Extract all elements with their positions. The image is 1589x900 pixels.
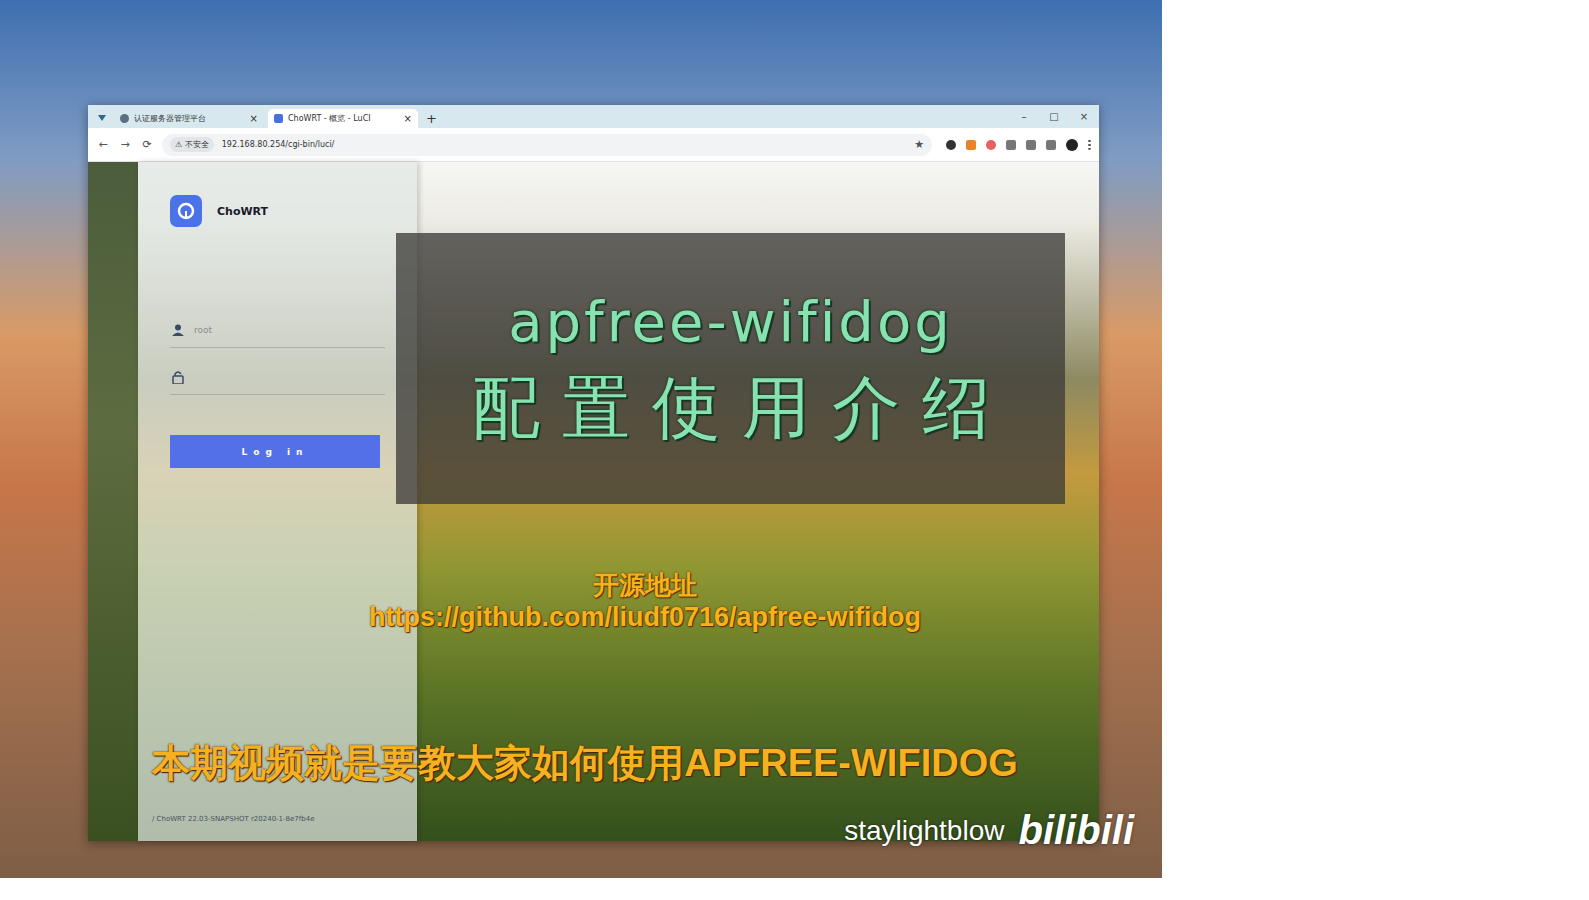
source-caption: 开源地址https://github.com/liudf0716/apfree-… bbox=[290, 570, 1000, 634]
brand: ChoWRT bbox=[170, 195, 385, 227]
security-badge[interactable]: ⚠ 不安全 bbox=[170, 137, 214, 152]
tab-favicon-icon bbox=[274, 114, 283, 123]
bookmark-star-icon[interactable]: ★ bbox=[914, 138, 924, 151]
subtitle: 本期视频就是要教大家如何使用APFREE-WIFIDOG bbox=[120, 738, 1050, 789]
profile-avatar-icon[interactable] bbox=[1066, 139, 1078, 151]
tab-search-icon[interactable] bbox=[94, 108, 110, 128]
window-control-button[interactable]: – bbox=[1009, 111, 1039, 122]
password-field[interactable] bbox=[170, 360, 385, 395]
sidebar-icon[interactable] bbox=[1046, 140, 1056, 150]
tab-bar: 认证服务器管理平台×ChoWRT - 概览 - LuCI×+–□× bbox=[88, 105, 1099, 128]
nav-button[interactable]: → bbox=[118, 138, 132, 151]
lock-icon bbox=[172, 371, 184, 384]
new-tab-button[interactable]: + bbox=[422, 109, 441, 128]
extension-icon[interactable] bbox=[966, 140, 976, 150]
window-control-button[interactable]: □ bbox=[1039, 111, 1069, 122]
login-panel: ChoWRT root Log in / ChoWRT 22.03-SNAPSHOT … bbox=[138, 162, 417, 841]
page: 认证服务器管理平台×ChoWRT - 概览 - LuCI×+–□×←→⟳⚠ 不安… bbox=[0, 0, 1589, 900]
nav-button[interactable]: ← bbox=[96, 138, 110, 151]
extension-icon[interactable] bbox=[986, 140, 996, 150]
menu-dots-icon[interactable] bbox=[1088, 139, 1091, 150]
extension-icon[interactable] bbox=[1006, 140, 1016, 150]
tab-close-button[interactable]: × bbox=[250, 113, 258, 124]
chowrt-logo-icon bbox=[170, 195, 202, 227]
video-frame: 认证服务器管理平台×ChoWRT - 概览 - LuCI×+–□×←→⟳⚠ 不安… bbox=[0, 0, 1162, 878]
address-bar: ← → ⟳ ⚠ 不安全192.168.80.254/cgi-bin/luci/★ bbox=[88, 128, 1099, 162]
username-field[interactable]: root bbox=[170, 313, 385, 348]
url-field[interactable]: ⚠ 不安全192.168.80.254/cgi-bin/luci/★ bbox=[162, 134, 932, 156]
user-icon bbox=[172, 324, 184, 336]
extension-icon[interactable] bbox=[946, 140, 956, 150]
extensions-puzzle-icon[interactable] bbox=[1026, 140, 1036, 150]
version-footer: / ChoWRT 22.03-SNAPSHOT r20240-1-8e7fb4e bbox=[152, 815, 385, 823]
tab-favicon-icon bbox=[120, 114, 129, 123]
browser-tab[interactable]: 认证服务器管理平台× bbox=[114, 109, 264, 128]
tab-close-button[interactable]: × bbox=[404, 113, 412, 124]
background-strip bbox=[88, 162, 138, 841]
browser-tab[interactable]: ChoWRT - 概览 - LuCI× bbox=[268, 109, 418, 128]
window-control-button[interactable]: × bbox=[1069, 111, 1099, 122]
title-card: apfree-wifidog配置使用介绍 bbox=[396, 233, 1065, 504]
watermark: staylightblowbilibili bbox=[844, 808, 1134, 853]
login-button[interactable]: Log in bbox=[170, 435, 380, 468]
nav-button[interactable]: ⟳ bbox=[140, 138, 154, 151]
